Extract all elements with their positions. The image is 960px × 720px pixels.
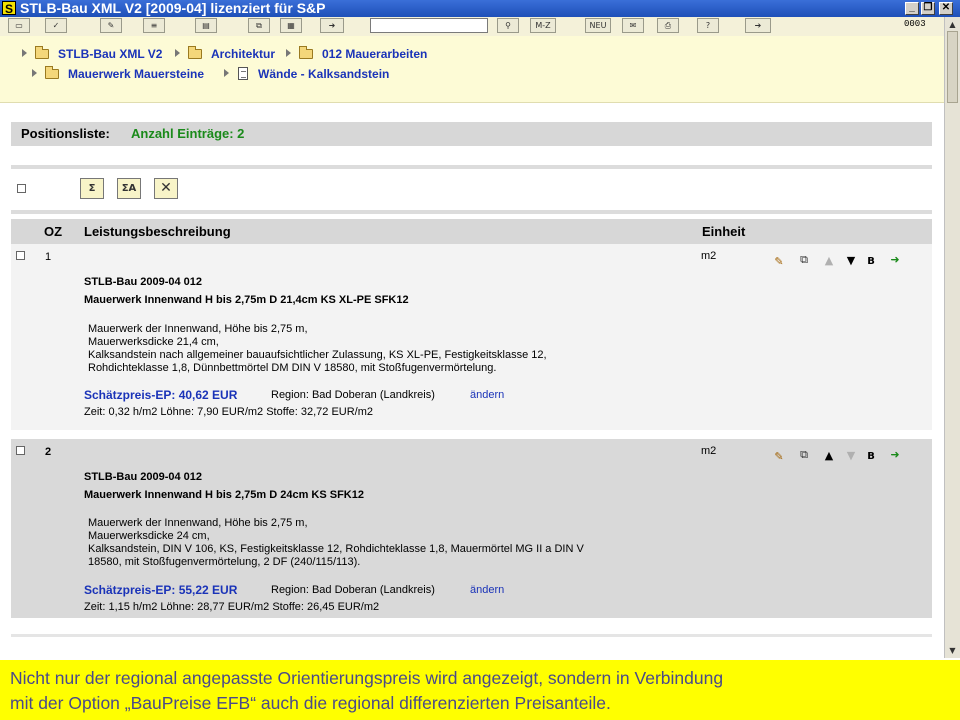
sum-icon[interactable]: Σ bbox=[80, 178, 104, 199]
scroll-up-icon[interactable]: ▲ bbox=[947, 19, 958, 30]
select-all-checkbox[interactable] bbox=[17, 184, 26, 193]
caption-line-1: Nicht nur der regional angepasste Orient… bbox=[10, 668, 724, 688]
edit-pencil-icon[interactable]: ✎ bbox=[772, 255, 786, 269]
toolbar-list-icon[interactable]: ≡ bbox=[143, 18, 165, 33]
table-header: OZ Leistungsbeschreibung Einheit bbox=[11, 219, 932, 244]
positionsliste-label: Positionsliste: bbox=[21, 126, 110, 141]
delete-icon[interactable]: ✕ bbox=[154, 178, 178, 199]
export-icon[interactable]: ➜ bbox=[888, 253, 902, 267]
copy-position-icon[interactable]: ⧉ bbox=[797, 253, 811, 267]
row-price: Schätzpreis-EP: 40,62 EUR bbox=[84, 388, 238, 402]
bauPreise-button[interactable]: B bbox=[864, 255, 878, 269]
window-title: STLB-Bau XML V2 [2009-04] lizenziert für… bbox=[20, 0, 326, 16]
move-down-icon: ▼ bbox=[846, 449, 856, 462]
window-title-bar: S STLB-Bau XML V2 [2009-04] lizenziert f… bbox=[0, 0, 960, 17]
toolbar-code: 0003 bbox=[904, 19, 926, 29]
copy-position-icon[interactable]: ⧉ bbox=[797, 448, 811, 462]
change-region-link[interactable]: ändern bbox=[470, 389, 504, 401]
export-icon[interactable]: ➜ bbox=[888, 448, 902, 462]
column-oz: OZ bbox=[44, 224, 63, 239]
tree-expand-icon[interactable] bbox=[22, 49, 27, 57]
toolbar-table-icon[interactable]: ▦ bbox=[280, 18, 302, 33]
app-logo-icon: S bbox=[2, 1, 16, 16]
divider bbox=[11, 634, 932, 637]
folder-icon bbox=[35, 46, 49, 59]
entry-count: Anzahl Einträge: 2 bbox=[131, 126, 245, 141]
row-price: Schätzpreis-EP: 55,22 EUR bbox=[84, 583, 238, 597]
row-region: Region: Bad Doberan (Landkreis) bbox=[271, 389, 435, 401]
breadcrumb: STLB-Bau XML V2 Architektur 012 Mauerarb… bbox=[0, 36, 944, 103]
row-checkbox[interactable] bbox=[16, 251, 25, 260]
column-leistungsbeschreibung: Leistungsbeschreibung bbox=[84, 224, 231, 239]
caption-line-2: mit der Option „BauPreise EFB“ auch die … bbox=[10, 693, 611, 713]
breadcrumb-item-mauerwerk[interactable]: Mauerwerk Mauersteine bbox=[68, 67, 204, 81]
toolbar-binoculars-icon[interactable]: ⚲ bbox=[497, 18, 519, 33]
breadcrumb-separator-icon bbox=[224, 69, 229, 77]
toolbar-print-icon[interactable]: ⎙ bbox=[657, 18, 679, 33]
breadcrumb-separator-icon bbox=[175, 49, 180, 57]
toolbar-check-icon[interactable]: ✓ bbox=[45, 18, 67, 33]
toolbar-help-icon[interactable]: ? bbox=[697, 18, 719, 33]
restore-button[interactable]: ❐ bbox=[921, 2, 935, 15]
scrollbar-thumb[interactable] bbox=[947, 31, 958, 103]
row-costs: Zeit: 1,15 h/m2 Löhne: 28,77 EUR/m2 Stof… bbox=[84, 601, 380, 613]
row-description: Mauerwerk der Innenwand, Höhe bis 2,75 m… bbox=[88, 517, 584, 568]
toolbar-export-icon[interactable]: ➜ bbox=[320, 18, 344, 33]
breadcrumb-item-architektur[interactable]: Architektur bbox=[211, 47, 275, 61]
row-title: Mauerwerk Innenwand H bis 2,75m D 24cm K… bbox=[84, 489, 364, 501]
folder-icon bbox=[45, 66, 59, 79]
close-button[interactable]: ✕ bbox=[939, 2, 953, 15]
breadcrumb-item-waende[interactable]: Wände - Kalksandstein bbox=[258, 67, 389, 81]
breadcrumb-separator-icon bbox=[286, 49, 291, 57]
table-row: 1 m2 ✎ ⧉ ▲ ▼ B ➜ STLB-Bau 2009-04 012 Ma… bbox=[11, 244, 932, 430]
row-region: Region: Bad Doberan (Landkreis) bbox=[271, 584, 435, 596]
row-unit: m2 bbox=[701, 250, 717, 262]
column-einheit: Einheit bbox=[702, 224, 746, 239]
divider bbox=[11, 210, 932, 214]
toolbar-mail-icon[interactable]: ✉ bbox=[622, 18, 644, 33]
row-stlb-code: STLB-Bau 2009-04 012 bbox=[84, 471, 202, 483]
toolbar-search-input[interactable] bbox=[370, 18, 488, 33]
move-up-icon: ▲ bbox=[824, 254, 834, 267]
divider bbox=[11, 165, 932, 169]
toolbar-mz-button[interactable]: M-Z bbox=[530, 18, 556, 33]
caption-banner: Nicht nur der regional angepasste Orient… bbox=[0, 660, 960, 720]
row-unit: m2 bbox=[701, 445, 717, 457]
row-title: Mauerwerk Innenwand H bis 2,75m D 21,4cm… bbox=[84, 294, 409, 306]
bauPreise-button[interactable]: B bbox=[864, 450, 878, 464]
toolbar-neu-button[interactable]: NEU bbox=[585, 18, 611, 33]
document-icon bbox=[238, 67, 248, 80]
row-oz: 2 bbox=[45, 446, 52, 458]
toolbar-new-icon[interactable]: ▭ bbox=[8, 18, 30, 33]
move-down-icon[interactable]: ▼ bbox=[844, 254, 858, 268]
folder-icon bbox=[299, 46, 313, 59]
row-description: Mauerwerk der Innenwand, Höhe bis 2,75 m… bbox=[88, 323, 547, 374]
toolbar-doc-icon[interactable]: ▤ bbox=[195, 18, 217, 33]
toolbar-exit-icon[interactable]: ➔ bbox=[745, 18, 771, 33]
row-stlb-code: STLB-Bau 2009-04 012 bbox=[84, 276, 202, 288]
breadcrumb-item-mauerarbeiten[interactable]: 012 Mauerarbeiten bbox=[322, 47, 427, 61]
row-oz: 1 bbox=[45, 251, 52, 263]
change-region-link[interactable]: ändern bbox=[470, 584, 504, 596]
main-toolbar: ▭ ✓ ✎ ≡ ▤ ⧉ ▦ ➜ ⚲ M-Z NEU ✉ ⎙ ? ➔ 0003 bbox=[0, 17, 944, 37]
toolbar-edit-icon[interactable]: ✎ bbox=[100, 18, 122, 33]
table-row: 2 m2 ✎ ⧉ ▲ ▼ B ➜ STLB-Bau 2009-04 012 Ma… bbox=[11, 439, 932, 618]
row-costs: Zeit: 0,32 h/m2 Löhne: 7,90 EUR/m2 Stoff… bbox=[84, 406, 374, 418]
edit-pencil-icon[interactable]: ✎ bbox=[772, 450, 786, 464]
scroll-down-icon[interactable]: ▼ bbox=[947, 645, 958, 656]
toolbar-copy-icon[interactable]: ⧉ bbox=[248, 18, 270, 33]
row-checkbox[interactable] bbox=[16, 446, 25, 455]
move-up-icon[interactable]: ▲ bbox=[822, 449, 836, 463]
positionsliste-header: Positionsliste: Anzahl Einträge: 2 bbox=[11, 122, 932, 146]
folder-icon bbox=[188, 46, 202, 59]
breadcrumb-separator-icon bbox=[32, 69, 37, 77]
minimize-button[interactable]: _ bbox=[905, 2, 919, 15]
vertical-scrollbar[interactable]: ▲ ▼ bbox=[944, 17, 960, 658]
breadcrumb-item-stlb[interactable]: STLB-Bau XML V2 bbox=[58, 47, 162, 61]
sum-a-icon[interactable]: ΣA bbox=[117, 178, 141, 199]
